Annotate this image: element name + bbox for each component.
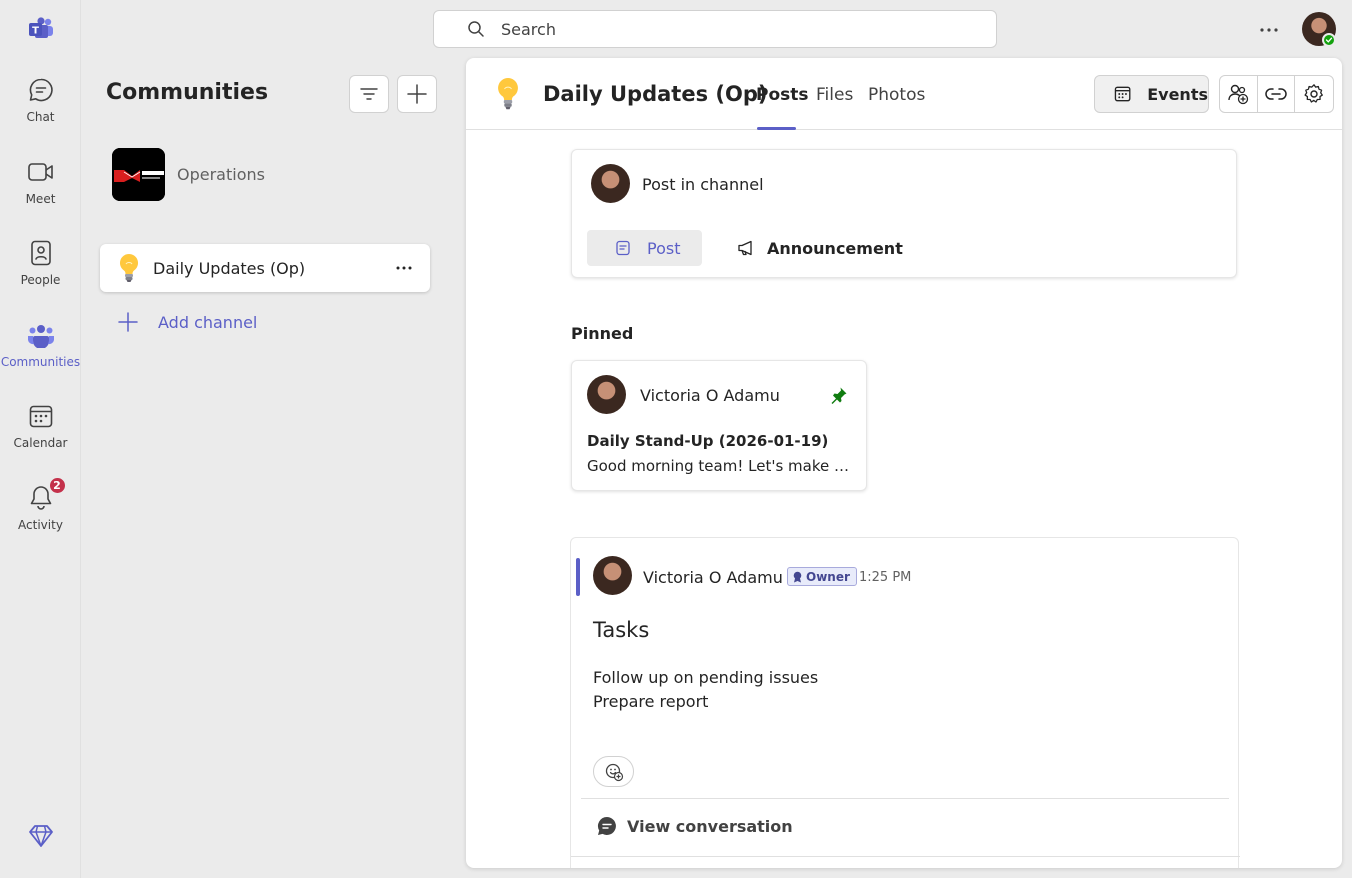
events-button[interactable]: Events bbox=[1094, 75, 1209, 113]
lightbulb-icon bbox=[498, 78, 518, 110]
plus-icon bbox=[118, 312, 138, 332]
plus-icon bbox=[407, 84, 427, 104]
award-icon bbox=[793, 571, 802, 582]
add-channel-label: Add channel bbox=[158, 312, 258, 332]
pinned-author: Victoria O Adamu bbox=[640, 386, 780, 405]
people-icon bbox=[27, 239, 55, 267]
lightbulb-icon bbox=[119, 253, 139, 282]
search-input[interactable] bbox=[501, 19, 901, 39]
bell-icon: 2 bbox=[27, 476, 67, 512]
channel-title: Daily Updates (Op) bbox=[543, 82, 768, 106]
diamond-icon[interactable] bbox=[28, 823, 54, 849]
community-name: Operations bbox=[177, 165, 265, 184]
compose-box: Post in channel Post Announcement bbox=[571, 149, 1237, 278]
message-author[interactable]: Victoria O Adamu bbox=[643, 568, 783, 587]
conversation-icon bbox=[597, 817, 616, 835]
rail-label: People bbox=[20, 273, 61, 287]
filter-icon bbox=[360, 88, 378, 100]
divider bbox=[581, 798, 1229, 799]
panel-title: Communities bbox=[106, 80, 269, 105]
svg-text:T: T bbox=[32, 26, 39, 37]
post-label: Post bbox=[647, 238, 681, 258]
search-icon bbox=[468, 21, 484, 37]
tab-photos[interactable]: Photos bbox=[868, 85, 925, 105]
owner-badge: Owner bbox=[787, 567, 857, 586]
rail-label: Meet bbox=[25, 192, 56, 206]
community-logo-icon bbox=[112, 148, 165, 201]
add-people-icon bbox=[1228, 84, 1249, 105]
calendar-icon bbox=[27, 402, 55, 430]
calendar-icon bbox=[1114, 86, 1131, 102]
channel-main: Daily Updates (Op) Posts Files Photos Ev… bbox=[466, 58, 1342, 868]
active-tab-indicator bbox=[757, 127, 796, 130]
channel-more-button[interactable] bbox=[392, 256, 416, 280]
message-line: Prepare report bbox=[593, 692, 709, 711]
pinned-title: Daily Stand-Up (2026-01-19) bbox=[587, 432, 829, 450]
owner-label: Owner bbox=[806, 569, 850, 584]
community-operations[interactable]: Operations bbox=[112, 148, 265, 201]
rail-item-communities[interactable]: Communities bbox=[0, 315, 81, 385]
channel-header: Daily Updates (Op) Posts Files Photos Ev… bbox=[466, 58, 1342, 130]
add-channel-button[interactable]: Add channel bbox=[118, 312, 257, 332]
settings-button[interactable] bbox=[1295, 76, 1333, 112]
copy-link-button[interactable] bbox=[1258, 76, 1296, 112]
avatar bbox=[591, 164, 630, 203]
channel-name: Daily Updates (Op) bbox=[153, 258, 306, 278]
pinned-post-card[interactable]: Victoria O Adamu Daily Stand-Up (2026-01… bbox=[571, 360, 867, 491]
filter-button[interactable] bbox=[349, 75, 389, 113]
video-icon bbox=[27, 158, 55, 186]
post-button[interactable]: Post bbox=[587, 230, 702, 266]
teams-logo-icon[interactable]: T bbox=[28, 16, 54, 42]
app-rail: T Chat Meet People Communities Calendar bbox=[0, 0, 81, 878]
message-card: Victoria O Adamu Owner 1:25 PM Tasks Fol… bbox=[570, 537, 1240, 868]
tab-files[interactable]: Files bbox=[816, 85, 853, 105]
presence-available-icon bbox=[1322, 33, 1336, 47]
rail-item-calendar[interactable]: Calendar bbox=[0, 396, 81, 466]
rail-item-chat[interactable]: Chat bbox=[0, 70, 81, 140]
pinned-preview: Good morning team! Let's make our day pr… bbox=[587, 457, 857, 475]
link-icon bbox=[1265, 88, 1287, 100]
rail-label: Activity bbox=[18, 518, 63, 532]
rail-item-people[interactable]: People bbox=[0, 233, 81, 303]
avatar bbox=[587, 375, 626, 414]
search-box[interactable] bbox=[433, 10, 997, 48]
chat-icon bbox=[27, 76, 55, 104]
more-horizontal-icon bbox=[1260, 28, 1278, 32]
message-line: Follow up on pending issues bbox=[593, 668, 819, 687]
notification-badge: 2 bbox=[47, 476, 67, 495]
view-conversation-label: View conversation bbox=[627, 816, 793, 836]
rail-item-meet[interactable]: Meet bbox=[0, 152, 81, 222]
announcement-label: Announcement bbox=[767, 238, 903, 258]
megaphone-icon bbox=[738, 240, 752, 256]
add-reaction-button[interactable] bbox=[593, 756, 634, 787]
events-label: Events bbox=[1147, 84, 1208, 104]
rail-label: Communities bbox=[0, 355, 81, 369]
rail-item-activity[interactable]: 2 Activity bbox=[0, 476, 81, 548]
create-button[interactable] bbox=[397, 75, 437, 113]
announcement-button[interactable]: Announcement bbox=[737, 230, 903, 266]
unread-accent-bar bbox=[576, 558, 580, 596]
rail-label: Chat bbox=[26, 110, 55, 124]
avatar[interactable] bbox=[593, 556, 632, 595]
message-timestamp: 1:25 PM bbox=[859, 570, 912, 585]
more-options-button[interactable] bbox=[1254, 16, 1284, 44]
tab-posts[interactable]: Posts bbox=[756, 85, 809, 105]
message-title: Tasks bbox=[593, 618, 650, 642]
divider bbox=[571, 856, 1240, 857]
post-icon bbox=[616, 240, 630, 256]
channel-actions bbox=[1219, 75, 1334, 113]
communities-icon bbox=[27, 321, 55, 349]
pinned-heading: Pinned bbox=[571, 324, 634, 343]
gear-icon bbox=[1304, 84, 1324, 103]
channel-item-daily-updates[interactable]: Daily Updates (Op) bbox=[100, 244, 430, 292]
rail-label: Calendar bbox=[13, 436, 68, 450]
add-member-button[interactable] bbox=[1220, 76, 1258, 112]
compose-prompt[interactable]: Post in channel bbox=[642, 175, 764, 194]
emoji-add-icon bbox=[605, 763, 623, 781]
pin-icon bbox=[831, 387, 847, 404]
view-conversation-button[interactable]: View conversation bbox=[597, 816, 793, 836]
more-horizontal-icon bbox=[396, 266, 412, 270]
